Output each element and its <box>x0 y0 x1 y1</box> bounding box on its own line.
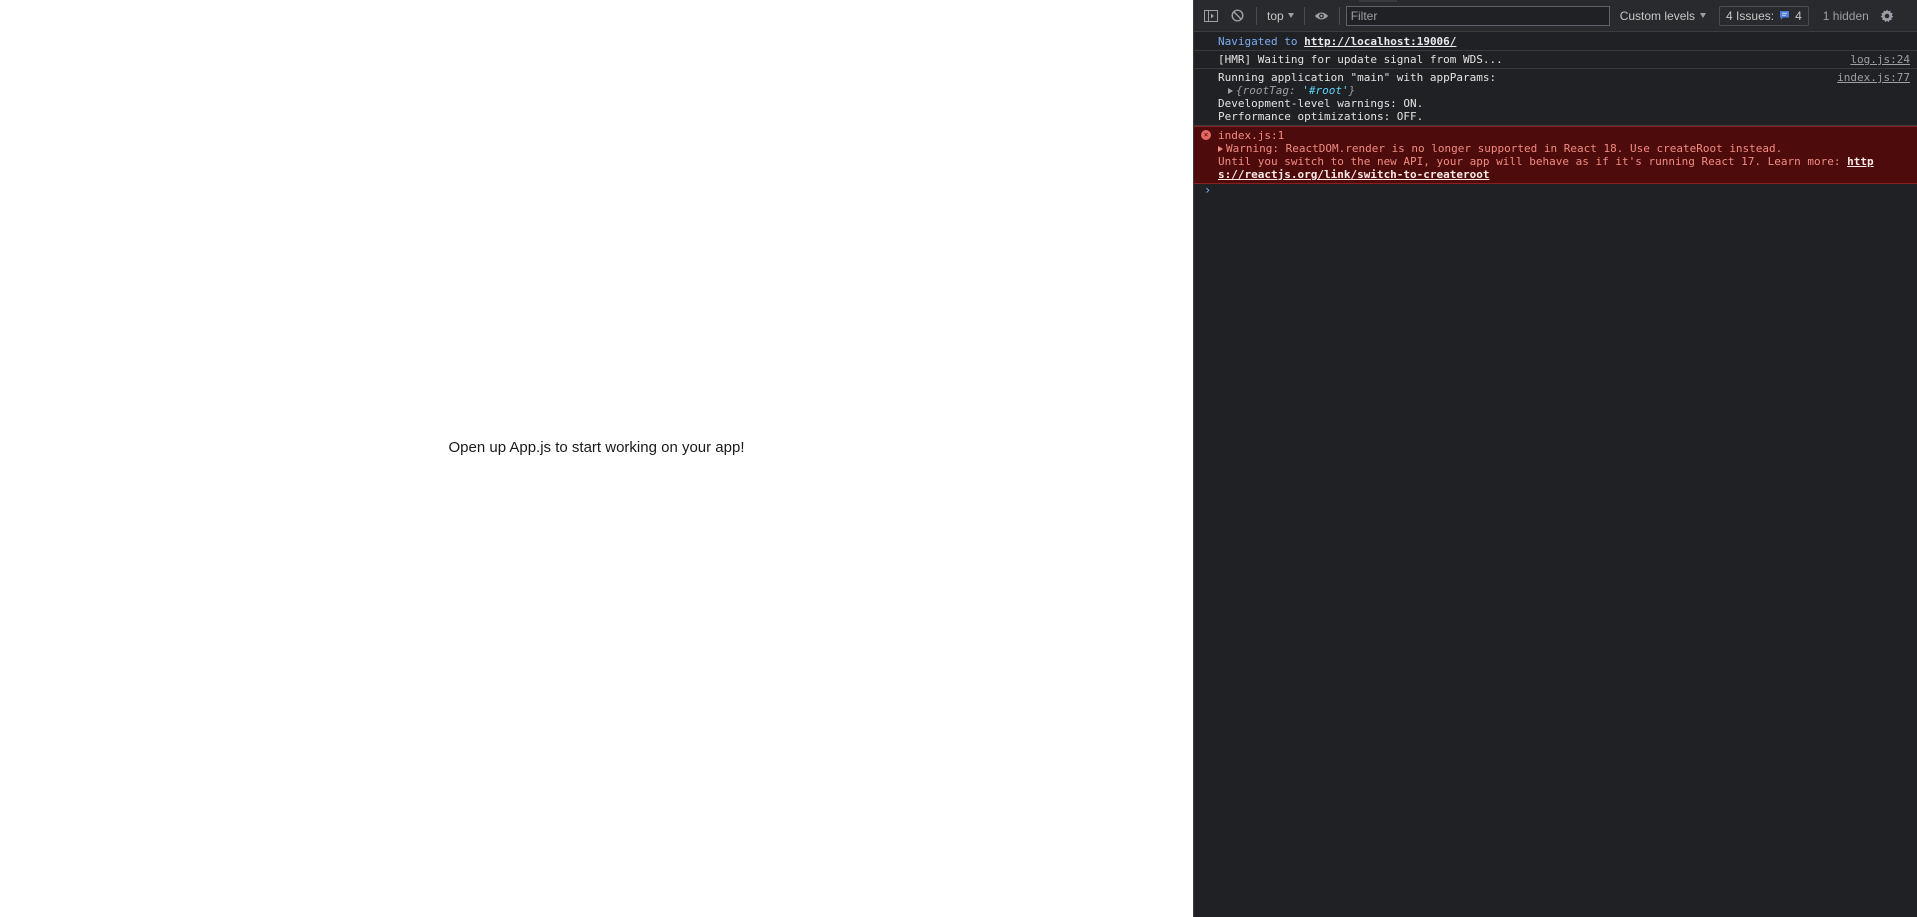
hmr-text: [HMR] Waiting for update signal from WDS… <box>1218 53 1503 66</box>
run-line-warnings: Development-level warnings: ON. <box>1218 97 1424 110</box>
object-brace: { <box>1236 84 1243 97</box>
log-levels-dropdown[interactable]: Custom levels <box>1619 8 1707 23</box>
chevron-down-icon <box>1287 13 1294 18</box>
toolbar-separator <box>1303 6 1305 25</box>
issues-count: 4 <box>1795 8 1802 23</box>
warning-text-2: Until you switch to the new API, your ap… <box>1218 155 1841 168</box>
nav-url-link[interactable]: http://localhost:19006/ <box>1304 35 1456 48</box>
levels-label: Custom levels <box>1619 8 1696 23</box>
object-key: rootTag <box>1242 84 1289 97</box>
expand-triangle-icon[interactable] <box>1218 145 1223 152</box>
object-colon: : <box>1288 84 1296 97</box>
console-messages: Navigated to http://localhost:19006/ [HM… <box>1194 33 1917 200</box>
issues-label: 4 Issues: <box>1726 8 1775 23</box>
devtools-panel: top Custom levels 4 Issues: 4 1 hidden N… <box>1193 0 1917 917</box>
filter-input[interactable] <box>1345 5 1610 26</box>
source-link[interactable]: log.js:24 <box>1850 53 1910 66</box>
console-message-run: Running application "main" with appParam… <box>1194 69 1917 126</box>
run-text: Running application "main" with appParam… <box>1218 71 1497 84</box>
clear-console-icon[interactable] <box>1224 5 1250 27</box>
console-message-hmr: [HMR] Waiting for update signal from WDS… <box>1194 51 1917 69</box>
console-message-navigation: Navigated to http://localhost:19006/ <box>1194 33 1917 51</box>
expand-triangle-icon[interactable] <box>1228 87 1233 94</box>
toolbar-separator <box>1338 6 1340 25</box>
learn-more-link-part1[interactable]: http <box>1847 155 1874 168</box>
tab-indicator <box>1359 0 1397 2</box>
eye-icon[interactable] <box>1311 5 1333 27</box>
issues-button[interactable]: 4 Issues: 4 <box>1719 5 1809 26</box>
console-toolbar: top Custom levels 4 Issues: 4 1 hidden <box>1194 0 1917 32</box>
error-icon: ✕ <box>1201 130 1211 140</box>
app-viewport: Open up App.js to start working on your … <box>0 0 1193 917</box>
object-brace: } <box>1348 84 1356 97</box>
prompt-chevron-icon: › <box>1204 183 1212 197</box>
sidebar-toggle-icon[interactable] <box>1198 5 1224 27</box>
context-label: top <box>1267 8 1284 23</box>
learn-more-link-part2[interactable]: s://reactjs.org/link/switch-to-createroo… <box>1218 168 1490 181</box>
app-message: Open up App.js to start working on your … <box>448 439 745 456</box>
object-preview[interactable]: {rootTag: '#root'} <box>1218 84 1910 97</box>
message-icon <box>1780 11 1790 20</box>
source-link[interactable]: index.js:1 <box>1218 129 1284 142</box>
hidden-messages-count: 1 hidden <box>1822 8 1869 23</box>
gear-icon[interactable] <box>1876 5 1898 27</box>
context-selector[interactable]: top <box>1263 5 1298 27</box>
warning-text: Warning: ReactDOM.render is no longer su… <box>1226 142 1783 155</box>
nav-prefix: Navigated to <box>1218 35 1298 48</box>
chevron-down-icon <box>1700 13 1707 18</box>
console-prompt[interactable]: › <box>1194 184 1917 200</box>
source-link[interactable]: index.js:77 <box>1837 71 1910 84</box>
toolbar-separator <box>1256 6 1257 25</box>
console-message-warning: ✕ index.js:1 Warning: ReactDOM.render is… <box>1194 126 1917 184</box>
run-line-perf: Performance optimizations: OFF. <box>1218 110 1424 123</box>
object-value: '#root' <box>1302 84 1349 97</box>
